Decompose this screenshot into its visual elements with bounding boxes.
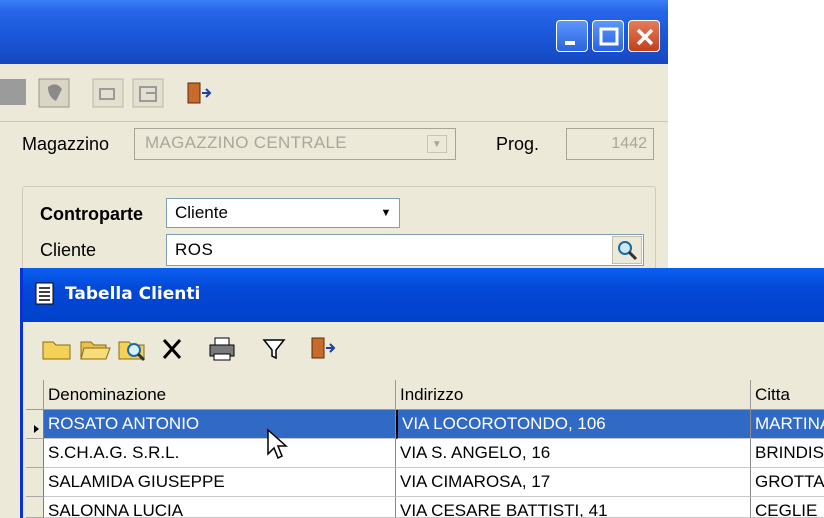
table-cell[interactable]: VIA CIMAROSA, 17: [396, 468, 751, 497]
exit-door-icon[interactable]: [182, 75, 216, 109]
table-cell[interactable]: VIA CESARE BATTISTI, 41: [396, 497, 751, 518]
table-cell[interactable]: BRINDISI: [751, 439, 824, 468]
column-header-denominazione[interactable]: Denominazione: [44, 380, 396, 410]
document-icon: [35, 282, 54, 305]
controparte-label: Controparte: [40, 204, 143, 224]
globe-icon[interactable]: [38, 75, 72, 109]
chevron-down-icon: ▼: [427, 135, 447, 153]
enter-icon[interactable]: [92, 75, 126, 109]
table-cell[interactable]: SALAMIDA GIUSEPPE: [44, 468, 396, 497]
filter-icon[interactable]: [258, 330, 292, 366]
exit-door-icon[interactable]: [306, 330, 340, 366]
magazzino-label: Magazzino: [22, 134, 110, 154]
row-indicator[interactable]: [26, 497, 44, 518]
table-cell[interactable]: ROSATO ANTONIO: [44, 410, 396, 439]
table-cell[interactable]: CEGLIE: [751, 497, 824, 518]
controparte-select[interactable]: Cliente ▼: [166, 198, 400, 228]
dialog-title: Tabella Clienti: [65, 284, 201, 304]
table-cell[interactable]: SALONNA LUCIA: [44, 497, 396, 518]
row-indicator[interactable]: [26, 439, 44, 468]
controparte-value: Cliente: [175, 203, 228, 222]
row-pointer-icon: [34, 425, 39, 433]
close-button[interactable]: [628, 20, 660, 52]
cliente-label: Cliente: [40, 240, 97, 260]
dialog-titlebar: Tabella Clienti: [23, 268, 824, 322]
minimize-button[interactable]: [556, 20, 588, 52]
table-cell[interactable]: MARTINA: [751, 410, 824, 439]
delete-icon[interactable]: [156, 330, 190, 366]
column-header-citta[interactable]: Citta: [751, 380, 824, 410]
chevron-down-icon[interactable]: ▼: [375, 201, 397, 225]
blank-icon[interactable]: [0, 75, 34, 109]
cliente-input[interactable]: ROS: [166, 234, 644, 266]
print-icon[interactable]: [206, 330, 240, 366]
maximize-button[interactable]: [592, 20, 624, 52]
row-header-corner: [26, 380, 44, 410]
search-folder-icon[interactable]: [116, 330, 150, 366]
prog-label: Prog.: [496, 134, 540, 154]
folder-new-icon[interactable]: [40, 330, 74, 366]
magazzino-select: MAGAZZINO CENTRALE ▼: [134, 128, 456, 160]
table-cell[interactable]: GROTTAGLIE: [751, 468, 824, 497]
exit-record-icon[interactable]: [132, 75, 166, 109]
table-cell[interactable]: VIA S. ANGELO, 16: [396, 439, 751, 468]
row-indicator[interactable]: [26, 468, 44, 497]
table-cell[interactable]: VIA LOCOROTONDO, 106: [396, 410, 751, 439]
table-cell[interactable]: S.CH.A.G. S.R.L.: [44, 439, 396, 468]
column-header-indirizzo[interactable]: Indirizzo: [396, 380, 751, 410]
folder-open-icon[interactable]: [78, 330, 112, 366]
row-indicator[interactable]: [26, 410, 44, 439]
magazzino-value: MAGAZZINO CENTRALE: [145, 133, 347, 152]
search-icon[interactable]: [612, 236, 642, 264]
mouse-pointer-icon: [267, 428, 288, 460]
prog-field: 1442: [566, 128, 654, 160]
